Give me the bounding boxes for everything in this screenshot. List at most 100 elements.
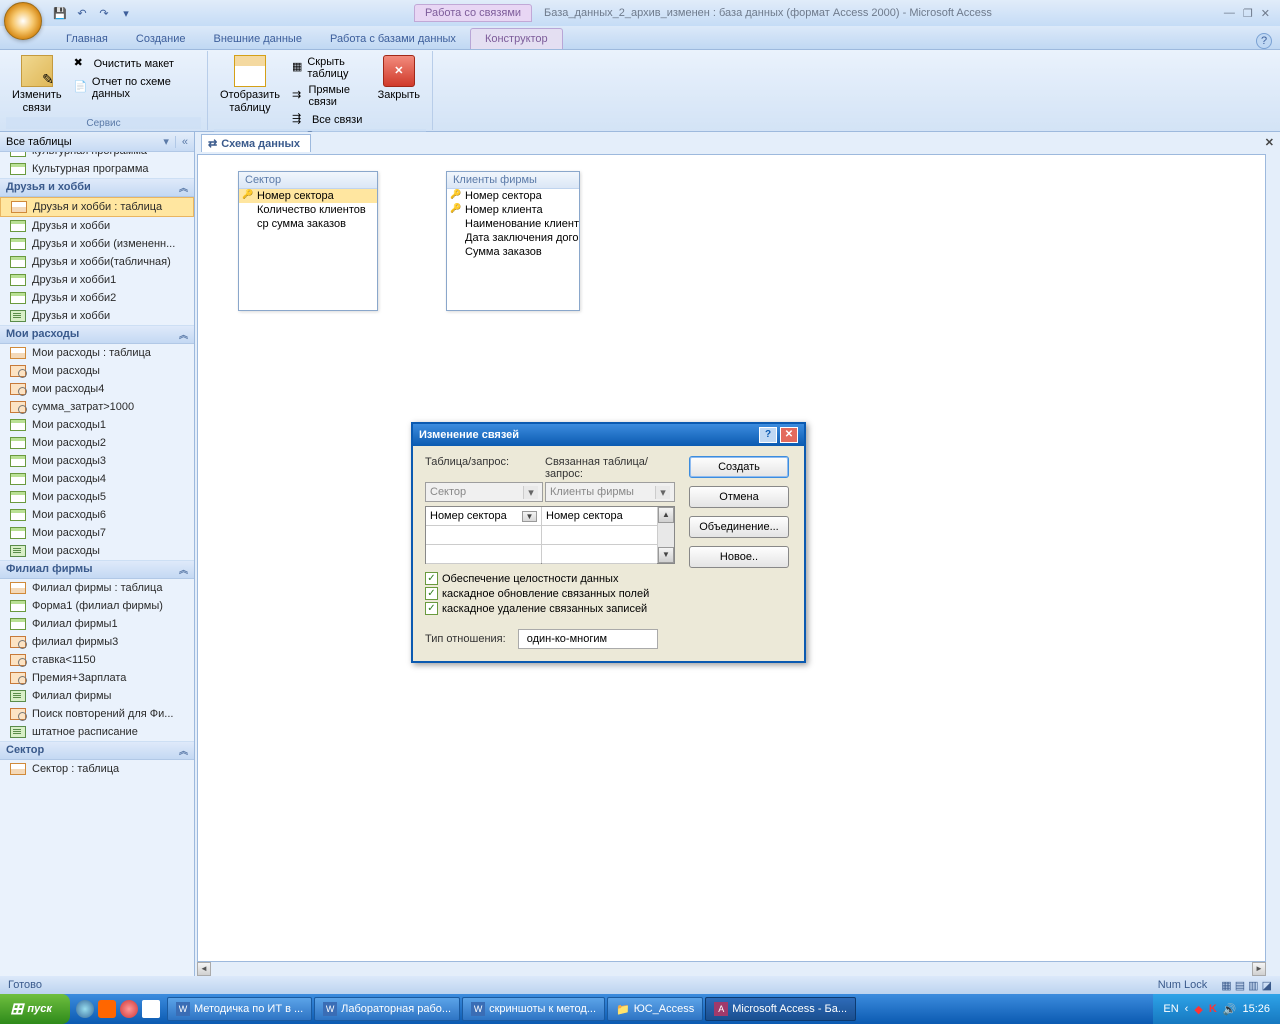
- taskbar-item[interactable]: Wскриншоты к метод...: [462, 997, 605, 1021]
- vertical-scrollbar[interactable]: [1266, 154, 1280, 962]
- nav-item[interactable]: сумма_затрат>1000: [0, 398, 194, 416]
- tab-home[interactable]: Главная: [52, 29, 122, 49]
- related-table-combo[interactable]: Клиенты фирмы▾: [545, 482, 675, 502]
- nav-item[interactable]: Мои расходы: [0, 542, 194, 560]
- table-clients[interactable]: Клиенты фирмы Номер сектора Номер клиент…: [446, 171, 580, 311]
- field-sector-number[interactable]: Номер сектора: [239, 189, 377, 203]
- field[interactable]: Сумма заказов: [447, 245, 579, 259]
- target-field-cell[interactable]: [542, 526, 657, 545]
- nav-item[interactable]: Мои расходы4: [0, 470, 194, 488]
- document-close-icon[interactable]: ✕: [1265, 136, 1274, 149]
- direct-relations-button[interactable]: ⇉Прямые связи: [290, 83, 368, 109]
- field[interactable]: Количество клиентов: [239, 203, 377, 217]
- nav-item[interactable]: Мои расходы : таблица: [0, 344, 194, 362]
- edit-relationships-button[interactable]: ✎ Изменить связи: [6, 53, 68, 117]
- office-button[interactable]: [4, 2, 42, 40]
- cancel-button[interactable]: Отмена: [689, 486, 789, 508]
- taskbar-item-active[interactable]: AMicrosoft Access - Ба...: [705, 997, 856, 1021]
- hide-table-button[interactable]: ▦Скрыть таблицу: [290, 55, 368, 81]
- quicklaunch-icon[interactable]: [120, 1000, 138, 1018]
- enforce-integrity-checkbox[interactable]: ✓Обеспечение целостности данных: [425, 572, 675, 585]
- nav-item[interactable]: Филиал фирмы : таблица: [0, 579, 194, 597]
- nav-item[interactable]: Поиск повторений для Фи...: [0, 705, 194, 723]
- relationship-report-button[interactable]: 📄Отчет по схеме данных: [72, 75, 201, 101]
- document-tab[interactable]: ⇄Схема данных: [201, 134, 311, 152]
- quicklaunch-icon[interactable]: [98, 1000, 116, 1018]
- field[interactable]: Номер клиента: [447, 203, 579, 217]
- nav-group-sector[interactable]: Сектор︽: [0, 741, 194, 760]
- redo-icon[interactable]: ↷: [96, 5, 112, 21]
- help-icon[interactable]: ?: [1256, 33, 1272, 49]
- join-type-button[interactable]: Объединение...: [689, 516, 789, 538]
- nav-dropdown-icon[interactable]: ▾: [163, 135, 169, 148]
- tab-create[interactable]: Создание: [122, 29, 200, 49]
- nav-item[interactable]: Мои расходы5: [0, 488, 194, 506]
- nav-item[interactable]: Друзья и хобби : таблица: [0, 197, 194, 217]
- nav-item[interactable]: культурная программа: [0, 152, 194, 160]
- table-combo[interactable]: Сектор▾: [425, 482, 543, 502]
- close-button[interactable]: ✕ Закрыть: [372, 53, 426, 104]
- nav-item[interactable]: Мои расходы2: [0, 434, 194, 452]
- nav-header[interactable]: Все таблицы ▾ «: [0, 132, 194, 152]
- grid-scrollbar[interactable]: ▲▼: [658, 507, 674, 563]
- target-field-cell[interactable]: Номер сектора: [542, 507, 657, 526]
- start-button[interactable]: ⊞пуск: [0, 994, 70, 1024]
- nav-group-branch[interactable]: Филиал фирмы︽: [0, 560, 194, 579]
- new-button[interactable]: Новое..: [689, 546, 789, 568]
- nav-item[interactable]: Мои расходы6: [0, 506, 194, 524]
- maximize-icon[interactable]: ❐: [1243, 7, 1253, 20]
- nav-item[interactable]: Друзья и хобби: [0, 217, 194, 235]
- nav-item[interactable]: Мои расходы: [0, 362, 194, 380]
- show-table-button[interactable]: Отобразить таблицу: [214, 53, 286, 117]
- cascade-update-checkbox[interactable]: ✓каскадное обновление связанных полей: [425, 587, 675, 600]
- language-indicator[interactable]: EN: [1163, 1003, 1178, 1015]
- nav-item[interactable]: мои расходы4: [0, 380, 194, 398]
- taskbar-item[interactable]: WЛабораторная рабо...: [314, 997, 460, 1021]
- horizontal-scrollbar[interactable]: ◄►: [197, 962, 1266, 976]
- tray-icon[interactable]: ◆: [1194, 1003, 1202, 1016]
- dialog-close-icon[interactable]: ✕: [780, 427, 798, 443]
- save-icon[interactable]: 💾: [52, 5, 68, 21]
- source-field-cell[interactable]: [426, 526, 541, 545]
- tab-design[interactable]: Конструктор: [470, 28, 563, 49]
- nav-item[interactable]: Мои расходы3: [0, 452, 194, 470]
- tab-dbtools[interactable]: Работа с базами данных: [316, 29, 470, 49]
- nav-item[interactable]: Филиал фирмы1: [0, 615, 194, 633]
- clock[interactable]: 15:26: [1242, 1003, 1270, 1015]
- nav-item[interactable]: Культурная программа: [0, 160, 194, 178]
- clear-layout-button[interactable]: ✖Очистить макет: [72, 55, 201, 73]
- target-field-cell[interactable]: [542, 545, 657, 564]
- field[interactable]: Дата заключения договора: [447, 231, 579, 245]
- view-icons[interactable]: ▦ ▤ ▥ ◪: [1221, 979, 1272, 992]
- nav-item[interactable]: Форма1 (филиал фирмы): [0, 597, 194, 615]
- table-sector[interactable]: Сектор Номер сектора Количество клиентов…: [238, 171, 378, 311]
- nav-item[interactable]: Мои расходы7: [0, 524, 194, 542]
- source-field-cell[interactable]: Номер сектора▼: [426, 507, 541, 526]
- nav-group-friends[interactable]: Друзья и хобби︽: [0, 178, 194, 197]
- nav-item[interactable]: Премия+Зарплата: [0, 669, 194, 687]
- tray-icon[interactable]: 🔊: [1223, 1003, 1237, 1016]
- nav-item[interactable]: Друзья и хобби2: [0, 289, 194, 307]
- nav-item[interactable]: Друзья и хобби: [0, 307, 194, 325]
- nav-item[interactable]: филиал фирмы3: [0, 633, 194, 651]
- taskbar-item[interactable]: WМетодичка по ИТ в ...: [167, 997, 312, 1021]
- field[interactable]: Номер сектора: [447, 189, 579, 203]
- taskbar-item[interactable]: 📁ЮС_Access: [607, 997, 703, 1021]
- tray-icon[interactable]: ‹: [1185, 1003, 1189, 1015]
- undo-icon[interactable]: ↶: [74, 5, 90, 21]
- all-relations-button[interactable]: ⇶Все связи: [290, 111, 368, 129]
- quicklaunch-icon[interactable]: [76, 1000, 94, 1018]
- chevron-down-icon[interactable]: ▼: [522, 511, 537, 522]
- quicklaunch-icon[interactable]: [142, 1000, 160, 1018]
- nav-item[interactable]: Мои расходы1: [0, 416, 194, 434]
- nav-item[interactable]: Друзья и хобби (измененн...: [0, 235, 194, 253]
- nav-collapse-icon[interactable]: «: [175, 136, 188, 148]
- nav-group-expenses[interactable]: Мои расходы︽: [0, 325, 194, 344]
- dialog-help-icon[interactable]: ?: [759, 427, 777, 443]
- nav-item[interactable]: Друзья и хобби(табличная): [0, 253, 194, 271]
- field[interactable]: Наименование клиента: [447, 217, 579, 231]
- nav-item[interactable]: Филиал фирмы: [0, 687, 194, 705]
- nav-item[interactable]: ставка<1150: [0, 651, 194, 669]
- nav-item[interactable]: штатное расписание: [0, 723, 194, 741]
- minimize-icon[interactable]: —: [1224, 7, 1235, 20]
